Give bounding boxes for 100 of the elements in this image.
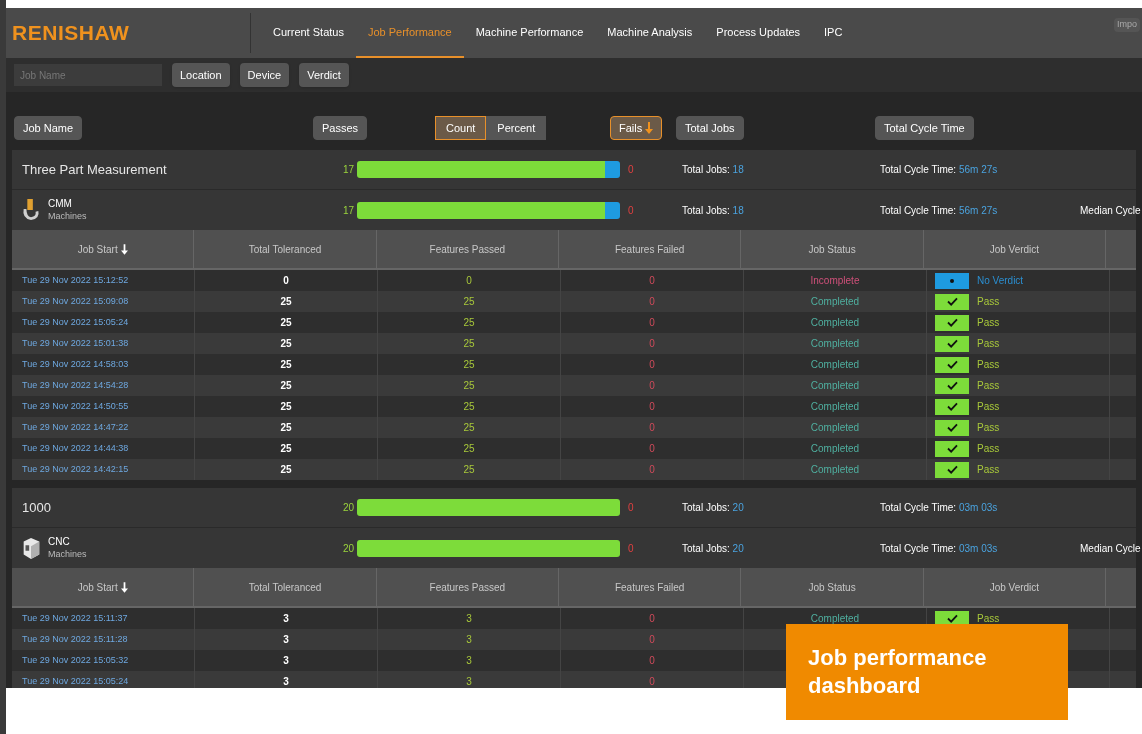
table-cell-text: 0: [649, 463, 655, 477]
fail-count: 0: [628, 541, 634, 556]
check-icon: [935, 377, 969, 394]
table-cell-text: 0: [466, 274, 472, 288]
fail-count: 0: [628, 203, 634, 218]
column-header: Total Toleranced: [248, 242, 322, 257]
job-start-link[interactable]: Tue 29 Nov 2022 14:50:55: [22, 399, 129, 414]
total-jobs-text: Total Jobs: 18: [682, 203, 744, 218]
nav-tab[interactable]: IPC: [812, 8, 855, 58]
job-start-link[interactable]: Tue 29 Nov 2022 15:11:28: [22, 632, 128, 647]
table-cell-text: 0: [649, 358, 655, 372]
column-header: Features Passed: [429, 242, 506, 257]
table-cell-text: 0: [649, 274, 655, 288]
fail-count: 0: [628, 501, 634, 515]
job-verdict: Pass: [977, 612, 1000, 626]
table-cell-text: 0: [649, 421, 655, 435]
column-header: Job Verdict: [989, 242, 1040, 257]
table-cell-text: 0: [649, 337, 655, 351]
column-header: Features Passed: [429, 580, 506, 595]
job-verdict: Pass: [977, 442, 1000, 456]
column-header: Features Failed: [614, 242, 685, 257]
table-cell-text: 0: [649, 379, 655, 393]
table-cell-text: 25: [280, 463, 292, 477]
table-cell-text: 25: [463, 295, 475, 309]
toggle-option[interactable]: Percent: [486, 116, 547, 140]
cycle-time-text: Total Cycle Time: 03m 03s: [880, 501, 998, 515]
table-cell-text: 25: [463, 316, 475, 330]
table-cell-text: 0: [649, 400, 655, 414]
total-jobs-text: Total Jobs: 18: [682, 163, 744, 177]
table-cell-text: 25: [280, 421, 292, 435]
nav-tab[interactable]: Machine Analysis: [595, 8, 705, 58]
sort-button[interactable]: Job Name: [14, 116, 83, 140]
job-start-link[interactable]: Tue 29 Nov 2022 15:12:52: [22, 273, 129, 288]
job-status: Completed: [810, 316, 860, 330]
group-name: Three Part Measurement: [22, 160, 167, 179]
job-start-link[interactable]: Tue 29 Nov 2022 14:58:03: [22, 357, 129, 372]
job-start-link[interactable]: Tue 29 Nov 2022 15:01:38: [22, 336, 129, 351]
table-cell-text: 25: [463, 442, 475, 456]
table-cell-text: 3: [466, 654, 472, 668]
nav-tab[interactable]: Process Updates: [704, 8, 813, 58]
table-cell-text: 25: [280, 379, 292, 393]
total-jobs-text: Total Jobs: 20: [682, 541, 744, 556]
table-cell-text: 0: [649, 612, 655, 626]
filter-button[interactable]: Verdict: [299, 63, 349, 87]
machine-type: CMM: [48, 198, 73, 210]
table-cell-text: 25: [463, 379, 475, 393]
job-start-link[interactable]: Tue 29 Nov 2022 14:54:28: [22, 378, 129, 393]
total-jobs-text: Total Jobs: 20: [682, 501, 744, 515]
sort-button[interactable]: Total Cycle Time: [875, 116, 974, 140]
job-start-link[interactable]: Tue 29 Nov 2022 15:05:24: [22, 674, 129, 688]
job-verdict: Pass: [977, 337, 1000, 351]
sort-button[interactable]: Fails: [610, 116, 663, 140]
nav-tab[interactable]: Current Status: [261, 8, 356, 58]
sort-button[interactable]: Passes: [313, 116, 368, 140]
job-verdict: Pass: [977, 400, 1000, 414]
job-status: Incomplete: [810, 274, 860, 288]
median-cycle-label: Median Cycle: [1080, 541, 1141, 556]
job-status: Completed: [810, 337, 860, 351]
toggle-option[interactable]: Count: [435, 116, 487, 140]
check-icon: [935, 293, 969, 310]
sort-button[interactable]: Total Jobs: [676, 116, 744, 140]
job-start-link[interactable]: Tue 29 Nov 2022 15:05:32: [22, 653, 129, 668]
table-cell-text: 3: [283, 633, 289, 647]
column-header: Total Toleranced: [248, 580, 322, 595]
filter-button[interactable]: Location: [172, 63, 230, 87]
column-header: Job Status: [808, 242, 856, 257]
job-start-link[interactable]: Tue 29 Nov 2022 15:09:08: [22, 294, 129, 309]
job-status: Completed: [810, 442, 860, 456]
job-verdict: Pass: [977, 358, 1000, 372]
cycle-time-text: Total Cycle Time: 56m 27s: [880, 163, 998, 177]
job-start-link[interactable]: Tue 29 Nov 2022 14:42:15: [22, 462, 129, 477]
group-name: 1000: [22, 498, 51, 517]
job-status: Completed: [810, 421, 860, 435]
job-start-link[interactable]: Tue 29 Nov 2022 14:47:22: [22, 420, 129, 435]
other-bar: [605, 161, 620, 178]
job-verdict: Pass: [977, 379, 1000, 393]
table-cell-text: 3: [283, 612, 289, 626]
job-verdict: Pass: [977, 421, 1000, 435]
table-cell-text: 25: [280, 337, 292, 351]
table-cell-text: 0: [649, 633, 655, 647]
job-status: Completed: [810, 295, 860, 309]
table-cell-text: 25: [463, 463, 475, 477]
job-start-link[interactable]: Tue 29 Nov 2022 15:11:37: [22, 611, 128, 626]
filter-button[interactable]: Device: [239, 63, 290, 87]
table-cell-text: 0: [649, 675, 655, 688]
table-cell-text: 0: [649, 295, 655, 309]
table-cell-text: 3: [283, 654, 289, 668]
job-status: Completed: [810, 463, 860, 477]
table-cell-text: 25: [280, 295, 292, 309]
job-verdict: Pass: [977, 295, 1000, 309]
job-start-link[interactable]: Tue 29 Nov 2022 14:44:38: [22, 441, 129, 456]
table-cell-text: 25: [280, 316, 292, 330]
nav-tab[interactable]: Machine Performance: [463, 8, 596, 58]
corner-button[interactable]: Impo: [1114, 18, 1140, 32]
job-start-link[interactable]: Tue 29 Nov 2022 15:05:24: [22, 315, 129, 330]
table-cell-text: 25: [280, 442, 292, 456]
table-cell-text: 25: [280, 358, 292, 372]
machine-subtitle: Machines: [48, 210, 87, 222]
table-cell-text: 0: [283, 274, 289, 288]
pass-count: 20: [341, 541, 354, 556]
